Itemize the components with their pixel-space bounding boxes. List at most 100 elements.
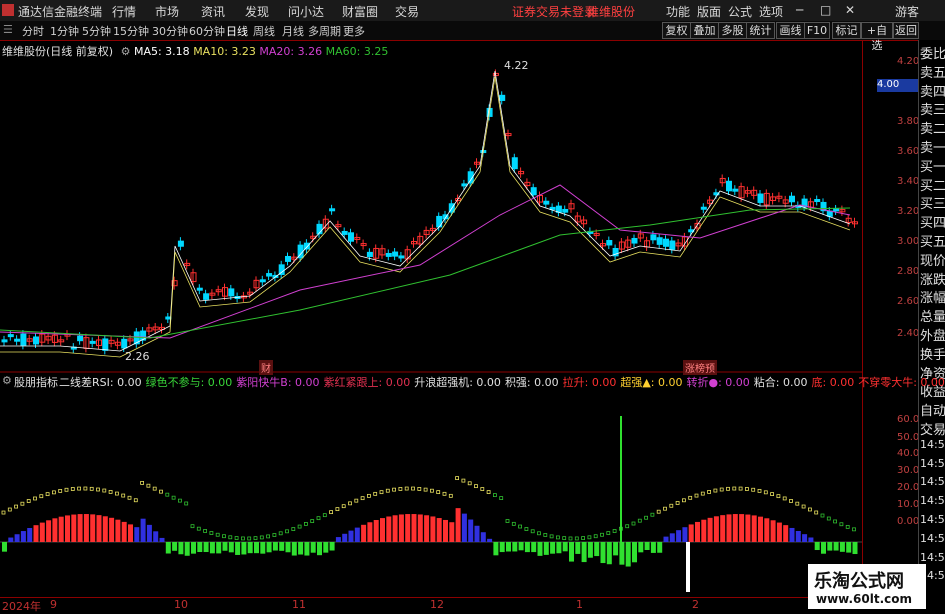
current-price-box: 4.00 xyxy=(877,79,919,92)
quote-panel-label[interactable]: 买三 xyxy=(920,193,945,212)
quote-panel-label[interactable]: 委比 xyxy=(920,43,945,62)
period-tab[interactable]: 多周期 xyxy=(308,23,341,39)
period-tab[interactable]: 周线 xyxy=(253,23,275,39)
stock-link[interactable]: 维维股份 xyxy=(587,3,635,20)
menu-toggle-icon[interactable]: ☰ xyxy=(3,23,13,36)
login-notice[interactable]: 证券交易未登录 xyxy=(512,3,596,20)
quote-panel-label[interactable]: 卖三 xyxy=(920,99,945,118)
quote-panel-label[interactable]: 14:56 xyxy=(920,457,945,470)
indicator-line-point xyxy=(663,506,667,511)
indicator-settings-icon[interactable]: ⚙ xyxy=(2,374,12,387)
menu-wealth[interactable]: 财富圈 xyxy=(342,3,378,20)
quote-panel-label[interactable]: 涨跌 xyxy=(920,269,945,288)
menu-function[interactable]: 功能 xyxy=(666,3,690,20)
rank-marker[interactable]: 涨榜预 xyxy=(683,360,717,375)
candle xyxy=(303,242,310,250)
period-tab[interactable]: 月线 xyxy=(282,23,304,39)
menu-quotes[interactable]: 行情 xyxy=(112,3,136,20)
indicator-bar xyxy=(335,537,341,542)
f10-button[interactable]: F10 xyxy=(804,22,830,39)
candle xyxy=(7,334,14,338)
candle xyxy=(549,206,556,210)
period-tab[interactable]: 15分钟 xyxy=(113,23,149,39)
quote-panel-label[interactable]: 总量 xyxy=(920,306,945,325)
indicator-bar xyxy=(776,522,782,542)
candle xyxy=(543,200,550,205)
quote-panel-label[interactable]: 卖一 xyxy=(920,137,945,156)
indicator-value: 拉升: 0.00 xyxy=(562,376,617,389)
menu-formula[interactable]: 公式 xyxy=(728,3,752,20)
maximize-icon[interactable]: □ xyxy=(820,3,831,17)
quote-panel-label[interactable]: 买五 xyxy=(920,231,945,250)
menu-trade[interactable]: 交易 xyxy=(395,3,419,20)
quote-panel-label[interactable]: 卖五 xyxy=(920,62,945,81)
period-tab-more[interactable]: 更多 xyxy=(343,23,365,39)
mark-button[interactable]: 标记 xyxy=(832,22,861,39)
quote-panel-label[interactable]: 买四 xyxy=(920,212,945,231)
period-tab[interactable]: 5分钟 xyxy=(82,23,111,39)
menu-options[interactable]: 选项 xyxy=(759,3,783,20)
close-icon[interactable]: ✕ xyxy=(845,3,855,17)
quote-panel-label[interactable]: 外盘 xyxy=(920,325,945,344)
quote-panel-label[interactable]: 自动 xyxy=(920,400,945,419)
minimize-icon[interactable]: ─ xyxy=(796,3,803,17)
draw-button[interactable]: 画线 xyxy=(776,22,805,39)
quote-panel-label[interactable]: 买一 xyxy=(920,156,945,175)
quote-panel-label[interactable]: 14:56 xyxy=(920,438,945,451)
adjust-button[interactable]: 复权 xyxy=(662,22,691,39)
menu-discover[interactable]: 发现 xyxy=(245,3,269,20)
indicator-line-point xyxy=(429,488,434,493)
quote-panel-label[interactable]: 涨幅 xyxy=(920,287,945,306)
candlestick-chart[interactable] xyxy=(0,40,862,597)
time-tick: 2 xyxy=(692,598,699,611)
time-axis: 2024年 9 10 11 12 1 2 xyxy=(0,597,862,613)
indicator-line-point xyxy=(530,529,535,534)
title-bar: 通达信金融终端 行情 市场 资讯 发现 问小达 财富圈 交易 证券交易未登录 维… xyxy=(0,0,945,22)
quote-panel-label[interactable]: 卖四 xyxy=(920,81,945,100)
indicator-name[interactable]: 股朋指标 xyxy=(14,374,58,390)
back-button[interactable]: 返回 xyxy=(893,22,919,39)
multi-stock-button[interactable]: 多股 xyxy=(718,22,747,39)
quote-panel-label[interactable]: 14:56 xyxy=(920,494,945,507)
quote-panel-label[interactable]: 现价 xyxy=(920,250,945,269)
quote-panel-label[interactable]: 买二 xyxy=(920,175,945,194)
finance-marker[interactable]: 财 xyxy=(259,360,273,375)
indicator-line-point xyxy=(789,499,793,503)
quote-panel-label[interactable]: 换手 xyxy=(920,344,945,363)
period-tab[interactable]: 1分钟 xyxy=(50,23,79,39)
menu-ask[interactable]: 问小达 xyxy=(288,3,324,20)
axis-tick: 3.20 xyxy=(897,206,920,217)
user-label[interactable]: 游客 xyxy=(895,3,919,20)
indicator-line-point xyxy=(83,486,88,491)
add-watchlist-button[interactable]: +自选 xyxy=(861,22,893,52)
quote-panel-label[interactable]: 14:56 xyxy=(920,513,945,526)
indicator-line-point xyxy=(568,536,573,541)
quote-panel-label[interactable]: 14:56 xyxy=(920,475,945,488)
period-tab[interactable]: 30分钟 xyxy=(152,23,188,39)
period-tab-active[interactable]: 日线 xyxy=(226,23,248,39)
stats-button[interactable]: 统计 xyxy=(746,22,775,39)
indicator-bar xyxy=(713,516,719,542)
period-tab[interactable]: 60分钟 xyxy=(189,23,225,39)
indicator-bar xyxy=(732,514,738,542)
indicator-bar xyxy=(373,520,379,542)
axis-tick: 3.00 xyxy=(897,236,920,247)
indicator-line-point xyxy=(379,490,384,495)
period-tab[interactable]: 分时 xyxy=(22,23,44,39)
quote-panel-label[interactable]: 卖二 xyxy=(920,118,945,137)
overlay-button[interactable]: 叠加 xyxy=(690,22,719,39)
menu-news[interactable]: 资讯 xyxy=(201,3,225,20)
quote-panel-label[interactable]: 交易 xyxy=(920,419,945,438)
indicator-bar xyxy=(764,518,770,542)
menu-market[interactable]: 市场 xyxy=(155,3,179,20)
quote-panel-label[interactable]: 14:56 xyxy=(920,551,945,564)
quote-panel-label[interactable]: 14:56 xyxy=(920,532,945,545)
indicator-bar xyxy=(839,542,845,552)
menu-layout[interactable]: 版面 xyxy=(697,3,721,20)
indicator-line-point xyxy=(52,490,56,495)
indicator-bar xyxy=(480,532,486,542)
indicator-line-point xyxy=(757,488,762,493)
indicator-bar xyxy=(121,521,127,542)
indicator-value: 升浪超强机: 0.00 xyxy=(414,376,501,389)
indicator-line-point xyxy=(102,488,107,493)
